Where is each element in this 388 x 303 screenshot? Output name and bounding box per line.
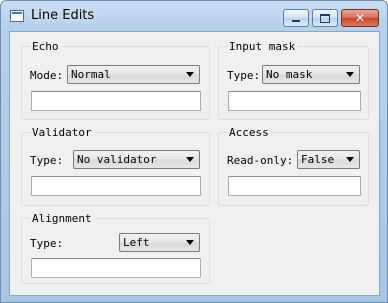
- echo-mode-value: Normal: [71, 68, 111, 81]
- input-mask-type-label: Type:: [227, 69, 261, 82]
- echo-mode-label: Mode:: [30, 69, 64, 82]
- access-read-only-value: False: [301, 153, 335, 166]
- alignment-group-title: Alignment: [30, 212, 94, 225]
- alignment-line-edit[interactable]: [31, 258, 201, 278]
- minimize-button[interactable]: [283, 9, 309, 27]
- chevron-down-icon: [346, 157, 354, 162]
- access-group: Access Read-only: False: [218, 126, 369, 206]
- window-title: Line Edits: [31, 8, 95, 23]
- access-read-only-label: Read-only:: [227, 154, 294, 167]
- validator-group: Validator Type: No validator: [21, 126, 210, 206]
- input-mask-line-edit[interactable]: [228, 91, 361, 111]
- echo-group: Echo Mode: Normal: [21, 40, 210, 120]
- input-mask-group-title: Input mask: [227, 40, 298, 53]
- echo-line-edit[interactable]: [31, 91, 201, 111]
- input-mask-type-value: No mask: [266, 68, 313, 81]
- close-icon: ✕: [354, 11, 366, 25]
- input-mask-group: Input mask Type: No mask: [218, 40, 369, 120]
- alignment-type-value: Left: [123, 236, 150, 249]
- alignment-group: Alignment Type: Left: [21, 212, 210, 284]
- client-area: Echo Mode: Normal Input mask Type: No ma…: [9, 31, 380, 296]
- echo-group-title: Echo: [30, 40, 61, 53]
- chevron-down-icon: [186, 240, 194, 245]
- access-line-edit[interactable]: [228, 176, 361, 196]
- app-window-icon: [10, 10, 24, 22]
- alignment-type-combo[interactable]: Left: [119, 233, 200, 252]
- validator-type-combo[interactable]: No validator: [73, 150, 200, 169]
- echo-mode-combo[interactable]: Normal: [67, 65, 200, 84]
- access-group-title: Access: [227, 126, 271, 139]
- access-read-only-combo[interactable]: False: [297, 150, 360, 169]
- title-bar[interactable]: Line Edits ✕: [1, 1, 387, 31]
- close-button[interactable]: ✕: [341, 9, 379, 27]
- alignment-type-label: Type:: [30, 237, 64, 250]
- chevron-down-icon: [186, 72, 194, 77]
- validator-line-edit[interactable]: [31, 176, 201, 196]
- validator-type-label: Type:: [30, 154, 64, 167]
- validator-type-value: No validator: [77, 153, 157, 166]
- input-mask-type-combo[interactable]: No mask: [262, 65, 360, 84]
- main-window: Line Edits ✕ Echo Mode: Normal Input mas…: [0, 0, 388, 303]
- maximize-button[interactable]: [312, 9, 338, 27]
- chevron-down-icon: [186, 157, 194, 162]
- maximize-icon: [320, 13, 330, 23]
- validator-group-title: Validator: [30, 126, 94, 139]
- minimize-icon: [292, 20, 300, 22]
- chevron-down-icon: [346, 72, 354, 77]
